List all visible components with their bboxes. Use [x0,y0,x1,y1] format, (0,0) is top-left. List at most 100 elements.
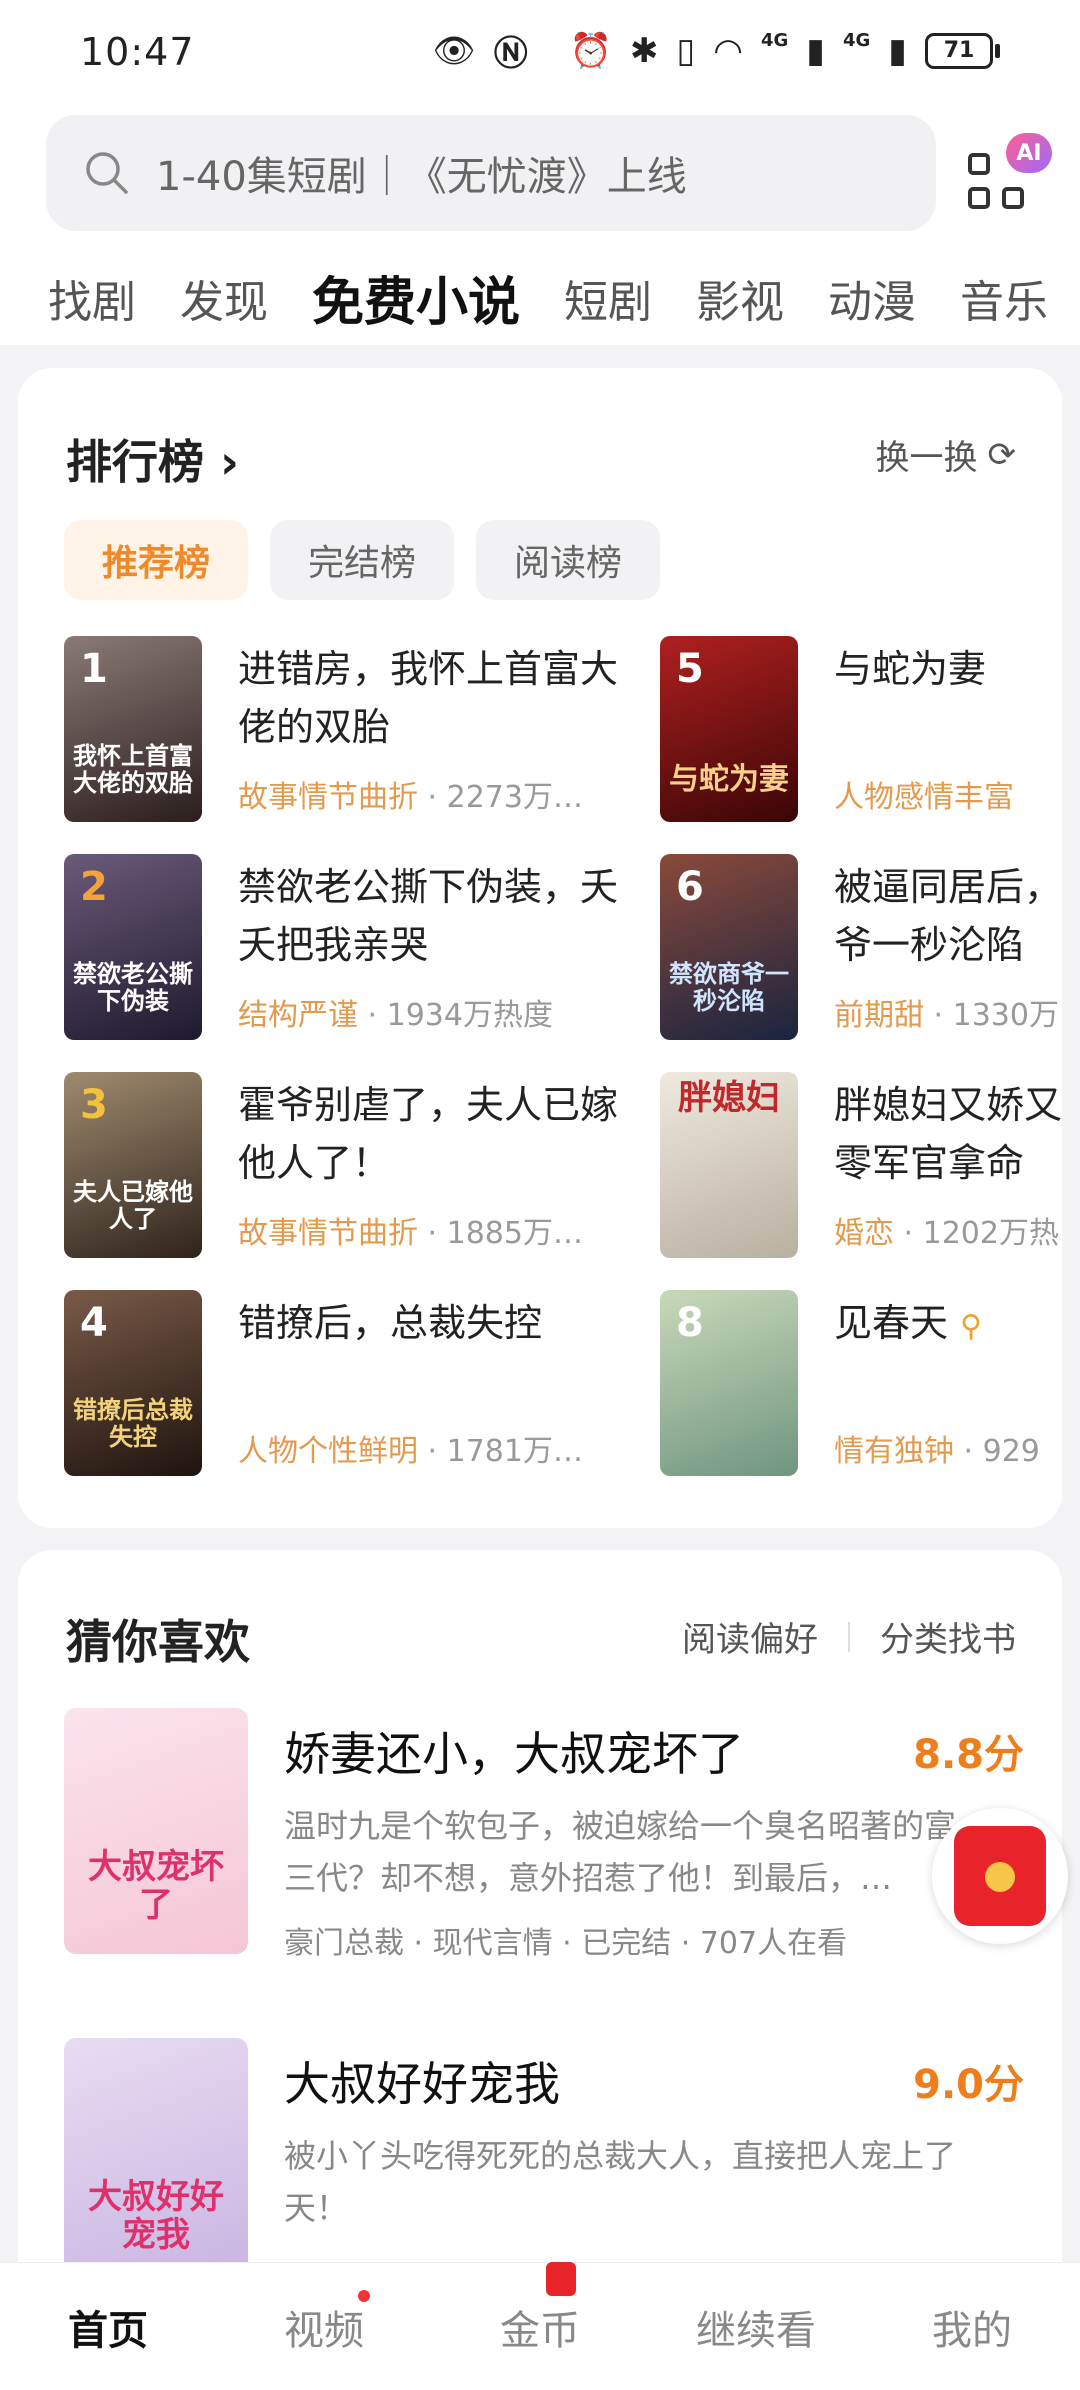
book-tags: 豪门总裁 · 现代言情 · 已完结 · 707人在看 [284,1926,848,1961]
vibrate-icon: ▯ [676,30,696,71]
subtab-completed[interactable]: 完结榜 [270,520,455,600]
reading-preference-link[interactable]: 阅读偏好 [682,1612,818,1661]
nav-continue-label: 继续看 [696,2307,816,2354]
refresh-button[interactable]: 换一换 ⟳ [876,430,1017,479]
tab-music[interactable]: 音乐 [960,266,1048,330]
ranking-card: 排行榜 › 换一换 ⟳ 推荐榜 完结榜 阅读榜 1 我怀上首富大佬的双胎 进错房… [18,368,1062,1528]
tab-discover[interactable]: 发现 [180,266,268,330]
rank-item[interactable]: 5 与蛇为妻 与蛇为妻 人物感情丰富 [660,636,1064,822]
rank-item[interactable]: 3 夫人已嫁他人了 霍爷别虐了，夫人已嫁他人了！ 故事情节曲折 · 1885万… [64,1072,624,1258]
signal-4g-label: 4G [760,30,789,51]
book-heat: · 929 [963,1434,1040,1469]
book-title-row: 见春天 ⚲ [834,1294,1064,1356]
nav-video-label: 视频 [284,2307,364,2354]
cover-title: 我怀上首富大佬的双胎 [73,741,193,797]
nav-home[interactable]: 首页 [8,2298,208,2356]
grid-icon [968,153,990,175]
ranking-title[interactable]: 排行榜 › [66,426,239,492]
book-score: 8.8分 [913,1732,1024,1778]
book-meta: 情有独钟 · 929 [834,1426,1064,1470]
nav-mine[interactable]: 我的 [872,2298,1072,2356]
tab-free-novel[interactable]: 免费小说 [312,260,520,335]
ai-apps-button[interactable]: AI [968,133,1052,221]
clock: 10:47 [80,30,195,74]
bluetooth-icon: ✱ [630,30,659,71]
subtab-recommended[interactable]: 推荐榜 [64,520,249,600]
book-cover: 胖媳妇 [660,1072,798,1258]
book-title: 与蛇为妻 [834,647,987,691]
rank-number: 4 [80,1300,108,1346]
battery-level: 71 [925,32,993,69]
search-input[interactable]: 1-40集短剧｜《无忧渡》上线 [46,115,936,231]
chevron-right-icon: › [220,435,239,489]
cover-title: 错撩后总裁失控 [73,1395,193,1451]
category-link[interactable]: 分类找书 [880,1612,1016,1661]
bottom-nav: 首页 视频 金币 继续看 我的 [0,2261,1080,2390]
book-cover: 4 错撩后总裁失控 [64,1290,202,1476]
rank-number: 8 [676,1300,704,1346]
rank-item[interactable]: 8 见春天 ⚲ 情有独钟 · 929 [660,1290,1064,1476]
nav-coins[interactable]: 金币 [440,2261,640,2356]
subtab-reading[interactable]: 阅读榜 [476,520,661,600]
book-meta: 人物感情丰富 [834,772,1064,816]
rank-item[interactable]: 2 禁欲老公撕下伪装 禁欲老公撕下伪装，夭夭把我亲哭 结构严谨 · 1934万热… [64,854,624,1040]
battery-icon: 71 [925,32,1000,69]
ranking-title-text: 排行榜 [66,435,204,489]
cover-title: 禁欲老公撕下伪装 [73,959,193,1015]
red-envelope-icon [954,1826,1046,1926]
divider [848,1621,850,1652]
nav-video[interactable]: 视频 [224,2289,424,2356]
book-card[interactable]: 大叔好好宠我 大叔好好宠我 9.0分 被小丫头吃得死死的总裁大人，直接把人宠上了… [64,2038,1024,2288]
signal-icon: ▮ [806,30,825,71]
tab-film-tv[interactable]: 影视 [696,266,784,330]
rank-item[interactable]: 1 我怀上首富大佬的双胎 进错房，我怀上首富大佬的双胎 故事情节曲折 · 227… [64,636,624,822]
top-tabs: 找剧 发现 免费小说 短剧 影视 动漫 音乐 [0,250,1080,345]
tab-find-drama[interactable]: 找剧 [48,266,136,330]
book-tag: 故事情节曲折 [238,1216,418,1251]
book-heat: · 2273万… [427,780,583,815]
rank-item[interactable]: 胖媳妇 胖媳妇又娇又零军官拿命 婚恋 · 1202万热 [660,1072,1064,1258]
status-bar: 10:47 👁 Ⓝ ⏰ ✱ ▯ ◠ 4G ▮ 4G ▮ 71 [0,0,1080,105]
book-title: 娇妻还小，大叔宠坏了 [284,1727,744,1781]
book-cover: 6 禁欲商爷一秒沦陷 [660,854,798,1040]
book-cover: 大叔好好宠我 [64,2038,248,2284]
nav-coins-label: 金币 [500,2307,580,2354]
search-icon: ⚲ [960,1309,983,1344]
book-description: 被小丫头吃得死死的总裁大人，直接把人宠上了天！ [284,2137,957,2227]
nav-home-label: 首页 [68,2307,148,2354]
book-meta: 故事情节曲折 · 2273万… [238,772,618,816]
book-card[interactable]: 大叔宠坏了 娇妻还小，大叔宠坏了 8.8分 温时九是个软包子，被迫嫁给一个臭名昭… [64,1708,1024,1961]
red-packet-button[interactable] [932,1808,1068,1944]
guess-title: 猜你喜欢 [66,1615,250,1669]
book-title: 大叔好好宠我 [284,2057,560,2111]
book-tag: 结构严谨 [238,998,358,1033]
book-meta: 婚恋 · 1202万热 [834,1208,1064,1252]
nav-continue[interactable]: 继续看 [656,2298,856,2356]
book-tag: 婚恋 [834,1216,894,1251]
nav-mine-label: 我的 [932,2307,1012,2354]
rank-number: 3 [80,1082,108,1128]
book-tag: 人物感情丰富 [834,780,1014,815]
book-meta: 故事情节曲折 · 1885万… [238,1208,618,1252]
signal-icon-2: ▮ [888,30,907,71]
rank-item[interactable]: 4 错撩后总裁失控 错撩后，总裁失控 人物个性鲜明 · 1781万… [64,1290,624,1476]
cover-title: 与蛇为妻 [669,762,789,797]
book-heat: · 1934万热度 [367,998,553,1033]
status-icons: 👁 Ⓝ ⏰ ✱ ▯ ◠ 4G ▮ 4G ▮ 71 [433,26,1000,75]
book-tag: 情有独钟 [834,1434,954,1469]
rank-number: 1 [80,646,108,692]
tab-short-drama[interactable]: 短剧 [564,266,652,330]
rank-item[interactable]: 6 禁欲商爷一秒沦陷 被逼同居后，爷一秒沦陷 前期甜 · 1330万 [660,854,1064,1040]
ai-badge: AI [1006,133,1052,173]
tab-anime[interactable]: 动漫 [828,266,916,330]
book-heat: · 1781万… [427,1434,583,1469]
book-heat: · 1330万 [933,998,1059,1033]
book-heat: · 1202万热 [903,1216,1059,1251]
refresh-label: 换一换 [875,438,978,478]
cover-title: 夫人已嫁他人了 [73,1177,193,1233]
search-placeholder: 1-40集短剧｜《无忧渡》上线 [156,154,687,200]
cover-title: 禁欲商爷一秒沦陷 [669,959,789,1015]
book-title: 霍爷别虐了，夫人已嫁他人了！ [238,1083,618,1185]
book-meta: 人物个性鲜明 · 1781万… [238,1426,618,1470]
book-cover: 2 禁欲老公撕下伪装 [64,854,202,1040]
